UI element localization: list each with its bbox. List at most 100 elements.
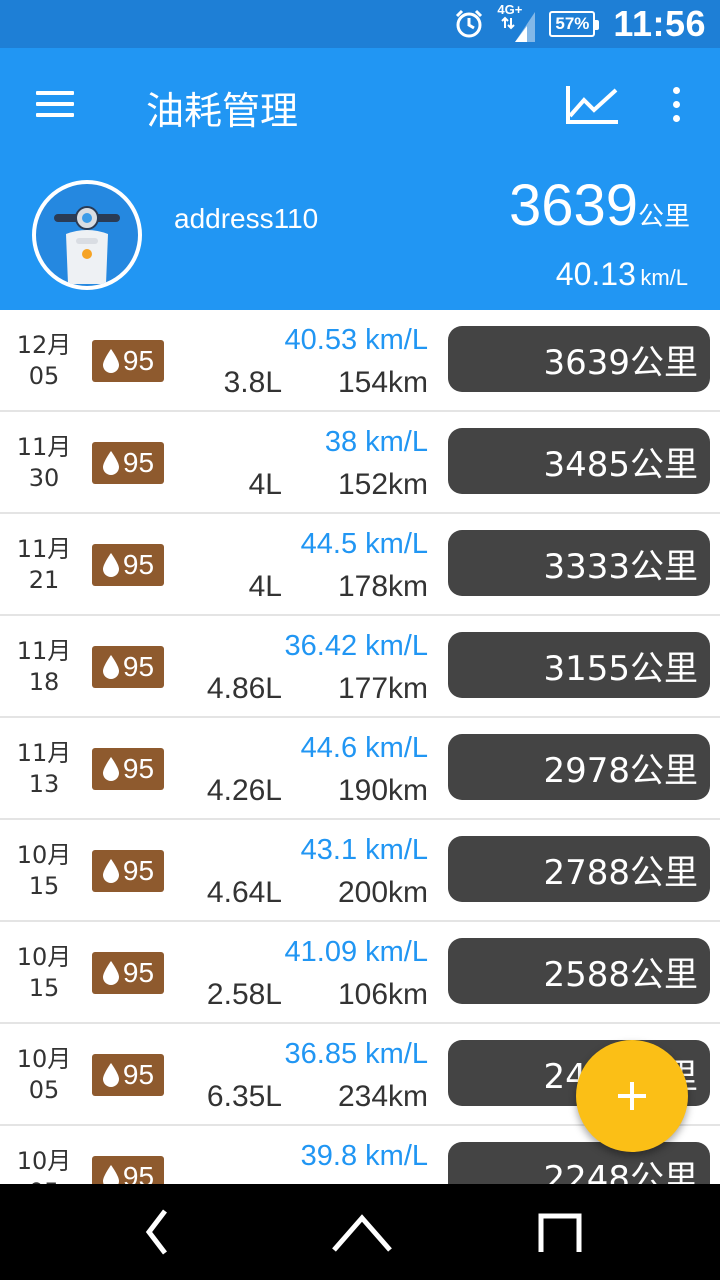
list-item[interactable]: 11月 21 95 44.5 km/L 4L 178km 3333公里 [0,514,720,616]
list-item[interactable]: 11月 18 95 36.42 km/L 4.86L 177km 3155公里 [0,616,720,718]
record-liters: 4.86L [206,672,282,705]
fuel-drop-icon [102,757,119,781]
record-distance: 152km [337,468,428,501]
record-date: 11月 13 [14,738,74,800]
record-date: 11月 30 [14,432,74,494]
back-icon[interactable] [96,1184,216,1280]
odometer-unit: 公里 [637,202,690,232]
record-odometer: 3485公里 [448,428,710,494]
record-efficiency: 43.1 km/L [300,834,428,866]
fuel-drop-icon [102,553,119,577]
more-vert-icon[interactable] [656,78,696,130]
fuel-grade: 95 [122,651,155,682]
record-month: 11月 [16,433,72,461]
scooter-avatar[interactable] [32,180,142,290]
record-liters: 4L [248,468,282,501]
record-day: 05 [28,1076,60,1104]
record-month: 10月 [16,1045,72,1073]
fuel-drop-icon [102,451,119,475]
fuel-type-badge: 95 [92,850,164,892]
fuel-drop-icon [102,1063,119,1087]
record-date: 12月 05 [14,330,74,392]
menu-icon[interactable] [28,78,84,130]
add-record-button[interactable] [576,1040,688,1152]
recents-icon[interactable] [500,1184,620,1280]
fuel-grade: 95 [122,957,155,988]
record-month: 11月 [16,739,72,767]
total-odometer: 3639公里 [509,172,690,239]
vehicle-summary: address110 3639公里 40.13 km/L [0,160,720,310]
record-day: 15 [28,974,60,1002]
record-distance: 234km [337,1080,428,1113]
fuel-grade: 95 [122,345,155,376]
odometer-value: 3639 [508,173,638,238]
list-item[interactable]: 10月 15 95 41.09 km/L 2.58L 106km 2588公里 [0,922,720,1024]
fuel-grade: 95 [122,1059,155,1090]
record-liters: 4L [248,570,282,603]
record-liters: 6.35L [206,1080,282,1113]
fuel-type-badge: 95 [92,646,164,688]
record-odometer: 3333公里 [448,530,710,596]
system-nav-bar [0,1184,720,1280]
record-day: 05 [28,362,60,390]
vehicle-name: address110 [174,203,319,234]
list-item[interactable]: 11月 30 95 38 km/L 4L 152km 3485公里 [0,412,720,514]
status-clock: 11:56 [613,3,706,44]
fuel-grade: 95 [122,753,155,784]
record-date: 10月 05 [14,1044,74,1106]
fuel-drop-icon [102,349,119,373]
trend-chart-icon[interactable] [560,78,624,130]
record-efficiency: 39.8 km/L [300,1140,428,1172]
record-day: 30 [28,464,60,492]
fuel-grade: 95 [122,855,155,886]
record-date: 10月 05 [14,1146,74,1184]
record-month: 12月 [16,331,72,359]
record-date: 10月 15 [14,942,74,1004]
record-liters: 2.58L [206,978,282,1011]
average-efficiency: 40.13 km/L [556,256,688,293]
fuel-type-badge: 95 [92,1156,164,1184]
record-efficiency: 38 km/L [324,426,428,458]
record-odometer: 2978公里 [448,734,710,800]
signal-icon: 4G+ [497,2,537,44]
app-bar: 油耗管理 [0,48,720,160]
record-liters: 4.26L [206,774,282,807]
record-day: 21 [28,566,60,594]
fuel-drop-icon [102,655,119,679]
record-distance: 200km [337,876,428,909]
record-day: 13 [28,770,60,798]
record-month: 11月 [16,637,72,665]
record-efficiency: 40.53 km/L [284,324,428,356]
fuel-type-badge: 95 [92,544,164,586]
fuel-grade: 95 [122,1161,155,1184]
record-day: 18 [28,668,60,696]
list-item[interactable]: 12月 05 95 40.53 km/L 3.8L 154km 3639公里 [0,310,720,412]
list-item[interactable]: 10月 15 95 43.1 km/L 4.64L 200km 2788公里 [0,820,720,922]
list-item[interactable]: 11月 13 95 44.6 km/L 4.26L 190km 2978公里 [0,718,720,820]
record-month: 10月 [16,1147,72,1175]
fuel-type-badge: 95 [92,442,164,484]
fuel-type-badge: 95 [92,952,164,994]
fuel-drop-icon [102,961,119,985]
record-efficiency: 44.6 km/L [300,732,428,764]
record-date: 11月 21 [14,534,74,596]
record-day: 15 [28,872,60,900]
record-efficiency: 44.5 km/L [300,528,428,560]
battery-indicator: 57% [549,11,600,37]
record-odometer: 3155公里 [448,632,710,698]
fuel-drop-icon [102,1165,119,1184]
record-distance: 106km [337,978,428,1011]
record-distance: 190km [337,774,428,807]
record-odometer: 3639公里 [448,326,710,392]
record-day: 05 [14,1177,74,1184]
home-icon[interactable] [302,1184,422,1280]
record-month: 10月 [16,841,72,869]
status-bar: 4G+ 57% 11:56 [0,0,720,48]
fuel-grade: 95 [122,549,155,580]
add-icon [618,1082,646,1110]
record-odometer: 2788公里 [448,836,710,902]
record-odometer: 2248公里 [448,1142,710,1184]
record-date: 10月 15 [14,840,74,902]
record-date: 11月 18 [14,636,74,698]
record-efficiency: 36.42 km/L [284,630,428,662]
